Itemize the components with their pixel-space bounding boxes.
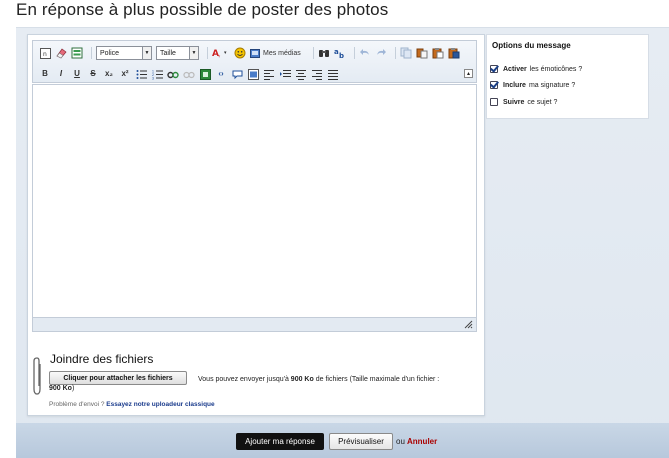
- font-select[interactable]: Police ▼: [96, 46, 152, 60]
- toolbar-separator: [394, 47, 396, 59]
- copy-icon[interactable]: [400, 47, 412, 59]
- attach-info-prefix: Vous pouvez envoyer jusqu'à: [198, 376, 289, 383]
- attach-info-end: ): [71, 385, 75, 392]
- spoiler-icon[interactable]: [247, 68, 259, 80]
- signature-checkbox[interactable]: [490, 81, 498, 89]
- message-textarea[interactable]: [32, 84, 477, 318]
- option-follow-text: ce sujet ?: [527, 98, 558, 106]
- eraser-icon[interactable]: [55, 47, 67, 59]
- svg-text:b: b: [339, 52, 344, 59]
- undo-icon[interactable]: [359, 47, 371, 59]
- follow-checkbox[interactable]: [490, 98, 498, 106]
- media-icon: [250, 48, 260, 58]
- image-icon[interactable]: [199, 68, 211, 80]
- align-right-icon[interactable]: [311, 68, 323, 80]
- redo-icon[interactable]: [375, 47, 387, 59]
- chevron-down-icon: ▼: [142, 47, 151, 59]
- resize-grip-icon[interactable]: [464, 320, 473, 329]
- smiley-icon[interactable]: [234, 47, 246, 59]
- numbered-list-icon[interactable]: 123: [151, 68, 163, 80]
- paperclip-icon: [33, 357, 41, 395]
- replace-icon[interactable]: ab: [334, 47, 346, 59]
- attach-title: Joindre des fichiers: [50, 352, 154, 366]
- justify-icon[interactable]: [327, 68, 339, 80]
- options-title: Options du message: [492, 41, 571, 50]
- option-signature-text: ma signature ?: [528, 81, 576, 89]
- problem-text: Problème d'envoi ?: [49, 401, 105, 408]
- attach-info-line2: 900 Ko): [49, 385, 74, 392]
- option-follow[interactable]: Suivre ce sujet ?: [490, 98, 557, 106]
- preview-button[interactable]: Prévisualiser: [329, 433, 393, 450]
- option-follow-bold: Suivre: [503, 98, 525, 106]
- unlink-icon[interactable]: [183, 68, 195, 80]
- quote-icon[interactable]: [231, 68, 243, 80]
- toolbar-separator: [207, 47, 208, 59]
- size-select[interactable]: Taille ▼: [156, 46, 199, 60]
- problem-line: Problème d'envoi ? Essayez notre uploade…: [49, 401, 215, 408]
- or-text: ou: [396, 437, 405, 446]
- emoticons-checkbox[interactable]: [490, 65, 498, 73]
- classic-uploader-link[interactable]: Essayez notre uploadeur classique: [106, 401, 214, 408]
- attach-info: Vous pouvez envoyer jusqu'à 900 Ko de fi…: [198, 374, 483, 386]
- collapse-toolbar-icon[interactable]: ▴: [464, 69, 473, 78]
- toolbar-row-1: n Police ▼ Taille ▼ Aᵧ ▾ Mes médias a b: [39, 44, 464, 62]
- toolbar-separator: [91, 47, 92, 59]
- svg-text:ᵧ: ᵧ: [218, 52, 221, 59]
- font-color-icon[interactable]: Aᵧ ▾: [212, 47, 230, 59]
- size-select-value: Taille: [160, 49, 176, 57]
- media-label: Mes médias: [263, 49, 301, 57]
- svg-text:3: 3: [152, 76, 154, 80]
- cut-icon[interactable]: [416, 47, 428, 59]
- svg-text:n: n: [43, 51, 47, 58]
- option-emoticons-text: les émoticônes ?: [529, 65, 583, 73]
- option-emoticons-bold: Activer: [503, 65, 527, 73]
- editor-toolbar: n Police ▼ Taille ▼ Aᵧ ▾ Mes médias a b …: [32, 40, 477, 83]
- bullet-list-icon[interactable]: [135, 68, 147, 80]
- attach-info-size: 900 Ko: [290, 376, 314, 383]
- template-icon[interactable]: [71, 47, 83, 59]
- subscript-button[interactable]: x₂: [103, 68, 115, 80]
- superscript-button[interactable]: x²: [119, 68, 131, 80]
- paste-icon[interactable]: [432, 47, 444, 59]
- align-center-icon[interactable]: [295, 68, 307, 80]
- code-icon[interactable]: ‹›: [215, 68, 227, 80]
- binoculars-icon[interactable]: [318, 47, 330, 59]
- align-left-icon[interactable]: [263, 68, 275, 80]
- svg-text:▾: ▾: [224, 50, 227, 56]
- bold-button[interactable]: B: [39, 68, 51, 80]
- option-emoticons[interactable]: Activer les émoticônes ?: [490, 65, 582, 73]
- options-panel: Options du message Activer les émoticône…: [486, 34, 649, 119]
- option-signature[interactable]: Inclure ma signature ?: [490, 81, 575, 89]
- html-source-icon[interactable]: n: [39, 47, 51, 59]
- submit-reply-button[interactable]: Ajouter ma réponse: [236, 433, 324, 450]
- attach-info-suffix: de fichiers (Taille maximale d'un fichie…: [315, 376, 440, 383]
- option-signature-bold: Inclure: [503, 81, 526, 89]
- editor-resize-bar: [32, 318, 477, 332]
- indent-icon[interactable]: [279, 68, 291, 80]
- toolbar-separator: [312, 47, 314, 59]
- toolbar-separator: [353, 47, 355, 59]
- toolbar-row-2: B I U S x₂ x² 123 ‹›: [39, 65, 343, 83]
- link-icon[interactable]: [167, 68, 179, 80]
- chevron-down-icon: ▼: [189, 47, 198, 59]
- page-title: En réponse à plus possible de poster des…: [16, 0, 389, 19]
- font-select-value: Police: [100, 49, 120, 57]
- paste-word-icon[interactable]: [448, 47, 460, 59]
- underline-button[interactable]: U: [71, 68, 83, 80]
- media-button[interactable]: Mes médias: [250, 47, 301, 59]
- strikethrough-button[interactable]: S: [87, 68, 99, 80]
- attach-info-size2: 900 Ko: [49, 385, 72, 392]
- cancel-link[interactable]: Annuler: [407, 437, 437, 446]
- attach-files-button[interactable]: Cliquer pour attacher les fichiers: [49, 371, 187, 385]
- italic-button[interactable]: I: [55, 68, 67, 80]
